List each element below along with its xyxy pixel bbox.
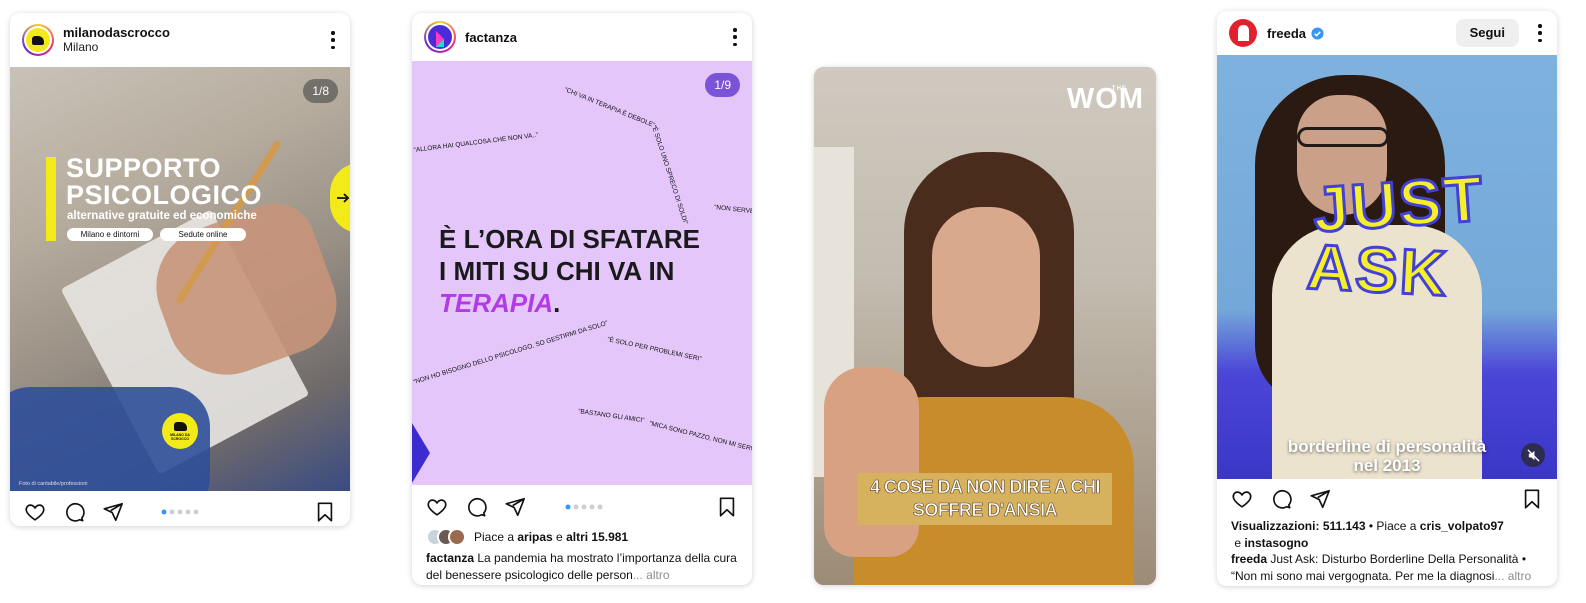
title-ask: ASK: [1304, 229, 1452, 311]
avatar[interactable]: [424, 21, 456, 53]
next-arrow-tab[interactable]: [330, 163, 350, 233]
heart-icon[interactable]: [426, 496, 448, 518]
follow-button[interactable]: Segui: [1455, 19, 1519, 47]
comment-icon[interactable]: [63, 501, 85, 523]
share-icon[interactable]: [1309, 488, 1331, 510]
quote-text: “CHI VA IN TERAPIA È DEBOLE”: [563, 85, 656, 130]
caption-more-link[interactable]: ... altro: [1494, 569, 1531, 583]
post-actions: [10, 494, 350, 526]
quote-text: “BASTANO GLI AMICI”: [578, 408, 645, 424]
face-shape: [932, 207, 1040, 367]
quote-text: “MICA SONO PAZZO, NON MI SERVE”: [649, 420, 752, 455]
quote-text: “È SOLO PER PROBLEMI SERI”: [607, 334, 703, 363]
likes-others-link[interactable]: altri 15.981: [566, 530, 628, 544]
pill-online: Sedute online: [160, 228, 246, 241]
mute-button[interactable]: [1521, 443, 1545, 467]
post-card-freeda: freeda Segui JUST ASK borderline di pers…: [1217, 11, 1557, 586]
quote-text: “NON HO BISOGNO DELLO PSICOLOGO, SO GEST…: [413, 320, 609, 386]
brand-logo: WOM THE: [1066, 83, 1144, 115]
post-header: milanodascrocco Milano: [10, 13, 350, 67]
avatar[interactable]: [1229, 19, 1257, 47]
post-caption: factanza La pandemia ha mostrato l’impor…: [426, 551, 737, 582]
factanza-logo-icon: [436, 31, 444, 47]
post-header: freeda Segui: [1217, 11, 1557, 55]
post-caption: freeda Just Ask: Disturbo Borderline Del…: [1231, 552, 1532, 583]
post-image[interactable]: 1/9 “ALLORA HAI QUALCOSA CHE NON VA..” “…: [412, 61, 752, 485]
hand-shape: [824, 367, 919, 557]
post-actions: [1217, 481, 1557, 517]
post-video[interactable]: JUST ASK borderline di personalità nel 2…: [1217, 55, 1557, 479]
liker-avatars: [426, 528, 466, 546]
more-options-icon[interactable]: [330, 31, 336, 49]
likes-row: Piace a aripas e altri 15.981: [426, 528, 628, 546]
post-image[interactable]: 1/8 SUPPORTO PSICOLOGICO alternative gra…: [10, 67, 350, 491]
avatar[interactable]: [22, 24, 54, 56]
carousel-dots: [565, 504, 603, 510]
muted-speaker-icon: [1526, 448, 1540, 462]
glasses-shape: [1297, 127, 1389, 147]
video-subtitle: borderline di personalità nel 2013: [1287, 437, 1487, 475]
liker-link[interactable]: cris_volpato97: [1420, 519, 1504, 533]
post-card-milanodascrocco: milanodascrocco Milano 1/8 SUPPORTO PSIC…: [10, 13, 350, 526]
avatar: [448, 528, 466, 546]
video-subtitle: 4 COSE DA NON DIRE A CHI SOFFRE D'ANSIA: [858, 473, 1112, 525]
username[interactable]: milanodascrocco: [63, 25, 170, 40]
post-header: factanza: [412, 13, 752, 61]
username[interactable]: factanza: [465, 30, 517, 45]
username[interactable]: freeda: [1267, 26, 1306, 41]
pill-milano: Milano e dintorni: [67, 228, 153, 241]
post-subtitle: alternative gratuite ed economiche: [67, 210, 257, 222]
more-options-icon[interactable]: [732, 28, 738, 46]
carousel-counter: 1/8: [303, 79, 338, 103]
liker-link[interactable]: instasogno: [1244, 536, 1308, 550]
freeda-logo-icon: [1237, 25, 1249, 41]
more-options-icon[interactable]: [1537, 24, 1543, 42]
headline-highlight: TERAPIA: [439, 288, 554, 318]
post-card-factanza: factanza 1/9 “ALLORA HAI QUALCOSA CHE NO…: [412, 13, 752, 585]
headline-psicologico: PSICOLOGICO: [66, 180, 263, 210]
bookmark-icon[interactable]: [1521, 488, 1543, 510]
location[interactable]: Milano: [63, 40, 170, 55]
quote-text: “NON SERVE”: [714, 204, 752, 215]
heart-icon[interactable]: [24, 501, 46, 523]
post-headline: È L’ORA DI SFATARE I MITI SU CHI VA IN T…: [439, 224, 700, 318]
factanza-corner-logo: [412, 423, 430, 483]
bookmark-icon[interactable]: [716, 496, 738, 518]
arrow-right-icon: [337, 193, 350, 203]
likes-user-link[interactable]: aripas: [517, 530, 552, 544]
heart-icon[interactable]: [1231, 488, 1253, 510]
dog-logo-icon: [173, 421, 187, 431]
verified-badge-icon: [1311, 26, 1324, 40]
caption-username[interactable]: factanza: [426, 551, 474, 565]
caption-more-link[interactable]: ... altro: [633, 568, 670, 582]
yellow-bar: [46, 157, 56, 241]
quote-text: “ALLORA HAI QUALCOSA CHE NON VA..”: [413, 132, 538, 154]
caption-username[interactable]: freeda: [1231, 552, 1267, 566]
milanodascrocco-logo: MILANO DA SCROCCO: [162, 413, 198, 449]
carousel-dots: [161, 509, 199, 515]
post-actions: [412, 489, 752, 525]
comment-icon[interactable]: [1270, 488, 1292, 510]
views-row: Visualizzazioni: 511.143 • Piace a cris_…: [1231, 519, 1504, 550]
share-icon[interactable]: [504, 496, 526, 518]
bookmark-icon[interactable]: [314, 501, 336, 523]
video-card-wom[interactable]: WOM THE 4 COSE DA NON DIRE A CHI SOFFRE …: [814, 67, 1156, 585]
dog-logo-icon: [32, 35, 44, 45]
comment-icon[interactable]: [465, 496, 487, 518]
quote-text: “È SOLO UNO SPRECO DI SOLDI”: [650, 124, 691, 225]
photo-credit: Foto di cantabile/professioni: [19, 481, 88, 487]
views-count: 511.143: [1322, 519, 1366, 533]
share-icon[interactable]: [102, 501, 124, 523]
